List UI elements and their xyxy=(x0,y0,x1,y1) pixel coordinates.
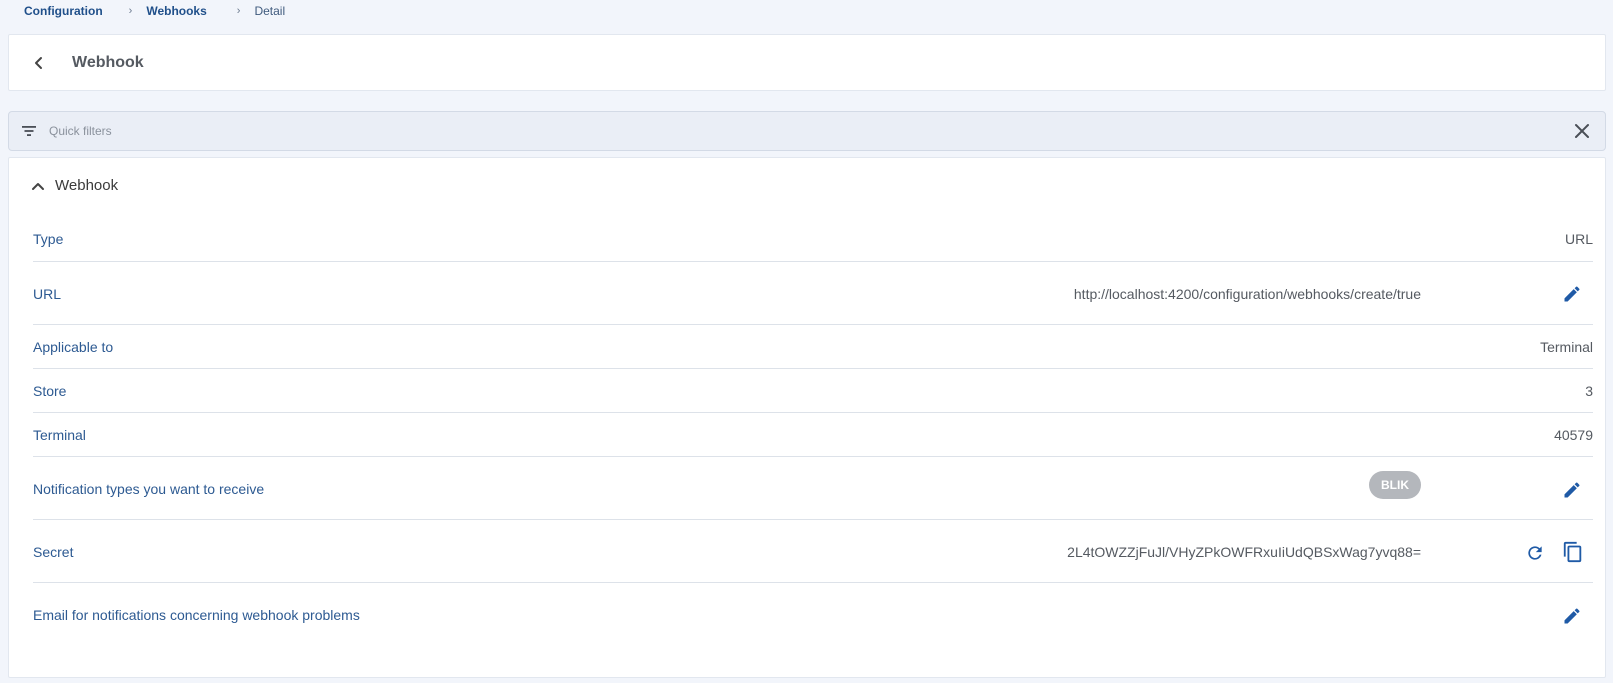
secret-value: 2L4tOWZZjFuJl/VHyZPkOWFRxuIiUdQBSxWag7yv… xyxy=(1067,544,1421,560)
field-label: URL xyxy=(33,286,62,302)
quick-filter-bar xyxy=(8,111,1606,151)
field-value: http://localhost:4200/configuration/webh… xyxy=(1073,286,1421,302)
edit-icon[interactable] xyxy=(1560,604,1584,628)
chevron-right-icon: › xyxy=(128,5,133,17)
field-list: Type URL URL http://localhost:4200/confi… xyxy=(33,218,1593,646)
quick-filter-input[interactable] xyxy=(49,117,1571,145)
chevron-left-icon xyxy=(35,56,42,69)
close-icon[interactable] xyxy=(1571,120,1593,142)
back-button[interactable] xyxy=(29,53,49,73)
field-label: Terminal xyxy=(33,427,86,443)
field-row-notification-types: Notification types you want to receive B… xyxy=(33,457,1593,520)
field-label: Applicable to xyxy=(33,339,114,355)
field-row-email: Email for notifications concerning webho… xyxy=(33,583,1593,646)
edit-icon[interactable] xyxy=(1560,478,1584,502)
section-title: Webhook xyxy=(55,177,119,194)
copy-icon[interactable] xyxy=(1561,540,1585,564)
field-row-type: Type URL xyxy=(33,218,1593,262)
field-label: Email for notifications concerning webho… xyxy=(33,607,360,623)
chevron-up-icon xyxy=(32,182,44,190)
breadcrumb: Configuration › Webhooks › Detail xyxy=(24,0,285,22)
edit-icon[interactable] xyxy=(1560,282,1584,306)
webhook-detail-panel: Webhook Type URL URL http://localhost:42… xyxy=(8,157,1606,678)
field-value: URL xyxy=(1564,231,1593,247)
field-row-terminal: Terminal 40579 xyxy=(33,413,1593,457)
field-row-applicable-to: Applicable to Terminal xyxy=(33,325,1593,369)
filter-list-icon[interactable] xyxy=(20,122,38,140)
field-value: 40579 xyxy=(1554,427,1593,443)
refresh-icon[interactable] xyxy=(1523,541,1547,565)
field-label: Notification types you want to receive xyxy=(33,481,265,497)
notification-type-chip: BLIK xyxy=(1369,471,1421,499)
field-row-secret: Secret 2L4tOWZZjFuJl/VHyZPkOWFRxuIiUdQBS… xyxy=(33,520,1593,583)
field-row-url: URL http://localhost:4200/configuration/… xyxy=(33,262,1593,325)
field-value: Terminal xyxy=(1540,339,1593,355)
breadcrumb-detail: Detail xyxy=(254,4,286,18)
breadcrumb-webhooks[interactable]: Webhooks xyxy=(146,4,206,18)
field-row-store: Store 3 xyxy=(33,369,1593,413)
field-value: 3 xyxy=(1585,383,1593,399)
field-label: Secret xyxy=(33,544,74,560)
field-label: Type xyxy=(33,231,64,247)
section-toggle[interactable]: Webhook xyxy=(31,177,118,194)
page-header: Webhook xyxy=(8,34,1606,91)
chevron-right-icon: › xyxy=(236,5,241,17)
field-label: Store xyxy=(33,383,67,399)
breadcrumb-configuration[interactable]: Configuration xyxy=(24,4,103,18)
page-title: Webhook xyxy=(72,53,144,71)
